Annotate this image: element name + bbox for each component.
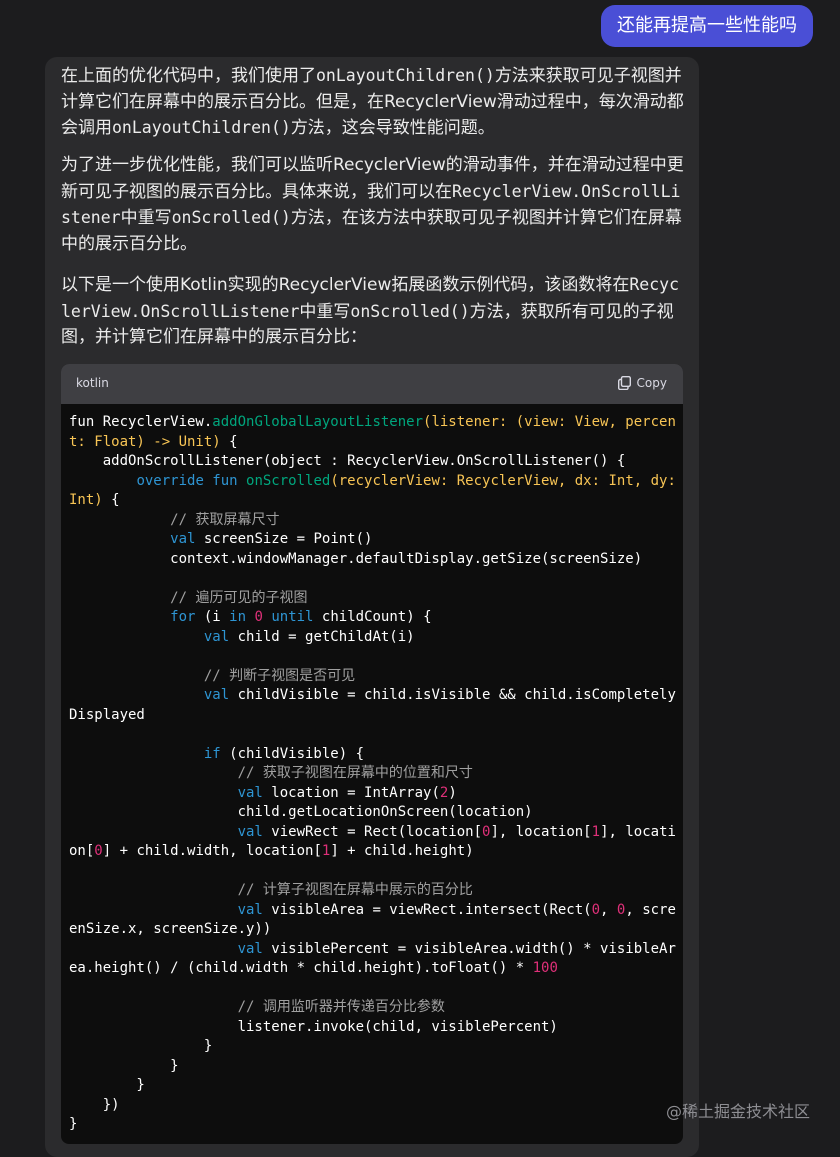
code-line: // 判断子视图是否可见 xyxy=(203,667,356,684)
code-block: kotlin Copy fun RecyclerView.addOnGlobal… xyxy=(61,364,683,1144)
code-line: val viewRect = Rect(location[0], locatio… xyxy=(237,823,676,840)
code-line: // 获取子视图在屏幕中的位置和尺寸 xyxy=(237,765,473,781)
code-body: fun RecyclerView.addOnGlobalLayoutListen… xyxy=(61,404,683,1135)
code-language-label: kotlin xyxy=(76,376,109,390)
code-line: ea.height() / (child.width * child.heigh… xyxy=(69,960,558,976)
answer-paragraph-3: 以下是一个使用Kotlin实现的RecyclerView拓展函数示例代码，该函数… xyxy=(61,275,680,347)
answer-paragraph-1: 在上面的优化代码中，我们使用了onLayoutChildren()方法来获取可见… xyxy=(61,66,684,138)
code-line: Int) { xyxy=(69,492,120,508)
copy-code-button[interactable]: Copy xyxy=(617,375,667,391)
code-line: for (i in 0 until childCount) { xyxy=(170,609,432,625)
watermark: @稀土掘金技术社区 xyxy=(665,1102,810,1121)
code-line: } xyxy=(69,1116,78,1132)
code-line: listener.invoke(child, visiblePercent) xyxy=(69,1018,558,1035)
code-line: // 遍历可见的子视图 xyxy=(170,589,308,606)
code-line: val visibleArea = viewRect.intersect(Rec… xyxy=(237,901,676,918)
code-line: }) xyxy=(69,1096,120,1113)
code-line: t: Float) -> Unit) { xyxy=(69,433,238,450)
user-message-bubble: 还能再提高一些性能吗 xyxy=(601,5,813,47)
code-line: val child = getChildAt(i) xyxy=(203,628,415,645)
copy-label: Copy xyxy=(636,376,667,390)
code-line: } xyxy=(69,1038,213,1054)
code-line: // 获取屏幕尺寸 xyxy=(170,511,280,528)
code-line: } xyxy=(69,1077,145,1093)
code-line: val visiblePercent = visibleArea.width()… xyxy=(237,940,676,957)
code-line: addOnScrollListener(object : RecyclerVie… xyxy=(69,453,626,469)
code-line: val location = IntArray(2) xyxy=(237,784,457,801)
answer-paragraph-2: 为了进一步优化性能，我们可以监听RecyclerView的滑动事件，并在滑动过程… xyxy=(61,155,684,254)
code-line: val childVisible = child.isVisible && ch… xyxy=(203,687,676,703)
code-line: if (childVisible) { xyxy=(203,745,365,762)
code-line: Displayed xyxy=(69,706,145,723)
code-line: fun RecyclerView.addOnGlobalLayoutListen… xyxy=(69,414,676,430)
code-block-header: kotlin Copy xyxy=(61,364,683,404)
code-line: context.windowManager.defaultDisplay.get… xyxy=(69,550,643,567)
code-line: // 调用监听器并传递百分比参数 xyxy=(237,999,445,1015)
code-line: override fun onScrolled(recyclerView: Re… xyxy=(136,472,676,489)
code-line: child.getLocationOnScreen(location) xyxy=(69,804,533,820)
code-line: enSize.x, screenSize.y)) xyxy=(69,921,272,937)
code-line: on[0] + child.width, location[1] + child… xyxy=(69,843,474,859)
code-line: // 计算子视图在屏幕中展示的百分比 xyxy=(237,882,473,898)
code-line: } xyxy=(69,1057,179,1074)
code-line: val screenSize = Point() xyxy=(170,531,373,547)
assistant-answer-card: 在上面的优化代码中，我们使用了onLayoutChildren()方法来获取可见… xyxy=(45,57,699,1157)
clipboard-icon xyxy=(617,375,631,391)
